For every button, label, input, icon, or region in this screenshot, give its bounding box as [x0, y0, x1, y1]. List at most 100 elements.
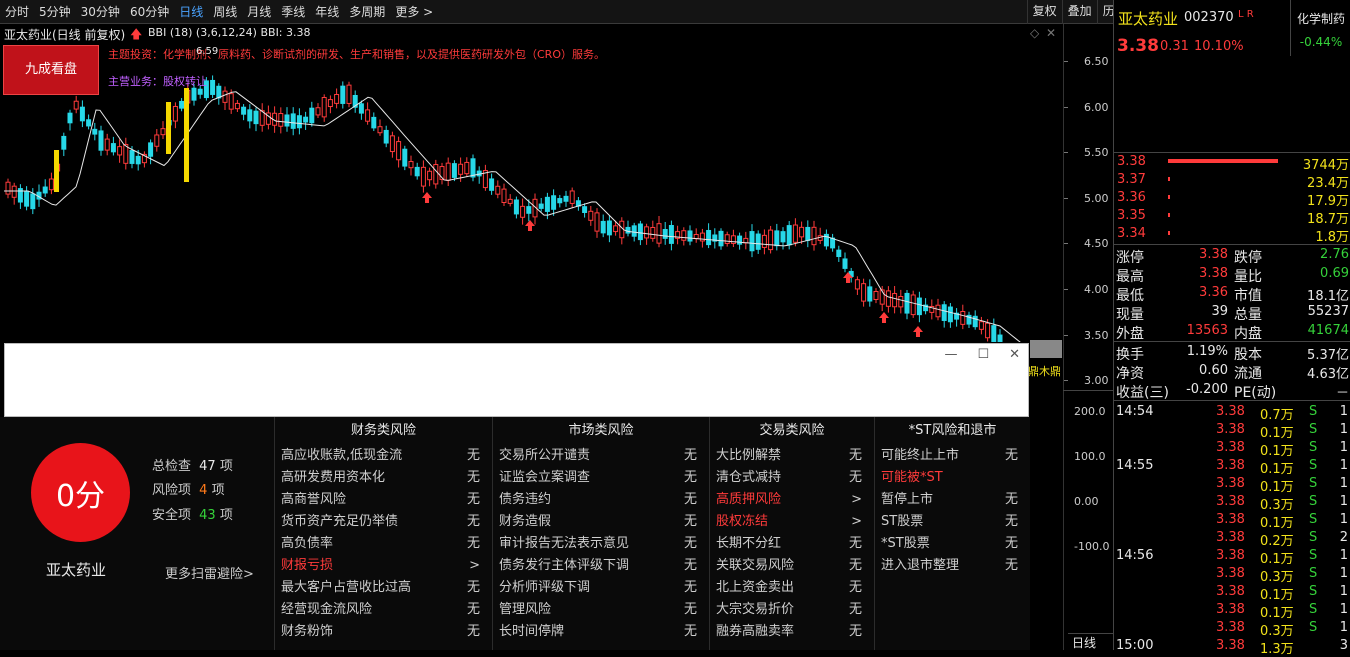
period-tab[interactable]: 季线 [276, 0, 310, 24]
period-tab[interactable]: 60分钟 [125, 0, 174, 24]
risk-item[interactable]: 长期不分红 无 [710, 533, 874, 555]
tick-price: 3.38 [1216, 404, 1245, 419]
close-icon[interactable]: ✕ [1009, 347, 1020, 362]
risk-item[interactable]: 财报亏损 > [275, 555, 492, 577]
close-icon[interactable]: ✕ [1046, 26, 1056, 40]
risk-item-value: 无 [683, 514, 697, 529]
period-tab[interactable]: 30分钟 [76, 0, 125, 24]
risk-item[interactable]: 长时间停牌 无 [493, 621, 709, 643]
stat-value: 4.63亿 [1307, 367, 1349, 382]
jiucheng-badge[interactable]: 九成看盘 [3, 45, 99, 95]
risk-item[interactable]: 财务造假 无 [493, 511, 709, 533]
risk-item[interactable]: 经营现金流风险 无 [275, 599, 492, 621]
risk-item[interactable]: 最大客户占营收比过高 无 [275, 577, 492, 599]
candle [823, 229, 829, 250]
diamond-icon[interactable]: ◇ [1030, 26, 1039, 40]
risk-item[interactable]: ST股票 无 [875, 511, 1030, 533]
period-tab[interactable]: 日线 [174, 0, 208, 24]
stat-value: 2.76 [1320, 247, 1349, 262]
candle [389, 131, 395, 158]
safe-item-label: 安全项 [152, 508, 192, 523]
bid-price: 3.34 [1117, 226, 1146, 241]
risk-item[interactable]: 高应收账款,低现金流 无 [275, 445, 492, 467]
more-scan-link[interactable]: 更多扫雷避险> [165, 563, 254, 582]
risk-item[interactable]: 北上资金卖出 无 [710, 577, 874, 599]
tick-count: 2 [1339, 530, 1348, 545]
risk-item[interactable]: 暂停上市 无 [875, 489, 1030, 511]
candle [321, 94, 327, 122]
risk-item[interactable]: 证监会立案调查 无 [493, 467, 709, 489]
tick-row: 3.38 0.2万 S 2 [1114, 529, 1350, 549]
candle [259, 103, 265, 132]
candle [507, 194, 513, 207]
blank-popup-window[interactable]: — ☐ ✕ [4, 343, 1029, 417]
stat-value: 1.19% [1186, 344, 1228, 359]
risk-scan-panel: 0分 亚太药业 总检查 47 项 风险项 4 项 安全项 43 项 更多扫雷避险… [0, 417, 1030, 650]
candle [687, 225, 693, 246]
risk-item[interactable]: 高质押风险 > [710, 489, 874, 511]
risk-item[interactable]: 清仓式减持 无 [710, 467, 874, 489]
stat-value: 3.38 [1199, 266, 1228, 281]
risk-item[interactable]: 高商誉风险 无 [275, 489, 492, 511]
tick-count: 1 [1339, 476, 1348, 491]
risk-item[interactable]: 大宗交易折价 无 [710, 599, 874, 621]
period-tab[interactable]: 月线 [242, 0, 276, 24]
stat-row: 涨停 3.38 跌停 2.76 [1114, 246, 1350, 266]
period-tab[interactable]: 更多 > [390, 0, 438, 24]
indicator-label[interactable]: BBI (18) (3,6,12,24) BBI: 3.38 [148, 26, 311, 39]
period-tab[interactable]: 5分钟 [34, 0, 76, 24]
risk-item[interactable]: 高负债率 无 [275, 533, 492, 555]
period-tab[interactable]: 分时 [0, 0, 34, 24]
candle [439, 162, 445, 185]
axis-tick [1064, 61, 1068, 62]
sector-box[interactable]: 化学制药 -0.44% [1290, 0, 1350, 56]
risk-item[interactable]: 融券高融卖率 无 [710, 621, 874, 643]
tick-time: 14:55 [1116, 458, 1154, 473]
tick-price: 3.38 [1216, 476, 1245, 491]
risk-item[interactable]: *ST股票 无 [875, 533, 1030, 555]
risk-item[interactable]: 审计报告无法表示意见 无 [493, 533, 709, 555]
tool-button[interactable]: 叠加 [1061, 0, 1097, 24]
risk-item[interactable]: 财务粉饰 无 [275, 621, 492, 643]
risk-item[interactable]: 股权冻结 > [710, 511, 874, 533]
tick-side: S [1309, 404, 1318, 419]
maximize-icon[interactable]: ☐ [977, 347, 989, 362]
risk-item[interactable]: 大比例解禁 无 [710, 445, 874, 467]
candle [210, 75, 216, 98]
candle [724, 231, 730, 247]
minimize-icon[interactable]: — [944, 347, 957, 362]
risk-item[interactable]: 管理风险 无 [493, 599, 709, 621]
risk-item[interactable]: 交易所公开谴责 无 [493, 445, 709, 467]
bid-row: 3.35 18.7万 [1114, 207, 1350, 227]
tick-row: 3.38 0.1万 S 1 [1114, 421, 1350, 441]
risk-item[interactable]: 可能被*ST [875, 467, 1030, 489]
period-tab[interactable]: 年线 [310, 0, 344, 24]
risk-item[interactable]: 分析师评级下调 无 [493, 577, 709, 599]
period-tab[interactable]: 多周期 [344, 0, 390, 24]
tab-daily[interactable]: 日线 [1068, 633, 1113, 651]
tick-side: S [1309, 440, 1318, 455]
period-tab[interactable]: 周线 [208, 0, 242, 24]
risk-column-title: 财务类风险 [350, 423, 416, 438]
price-change: 0.31 [1160, 39, 1189, 54]
risk-item[interactable]: 进入退市整理 无 [875, 555, 1030, 577]
tool-button[interactable]: 复权 [1026, 0, 1062, 24]
risk-item-value: > [851, 492, 862, 507]
risk-item[interactable]: 债务违约 无 [493, 489, 709, 511]
axis-tick [1064, 106, 1068, 108]
candle [575, 197, 581, 211]
candle [854, 276, 860, 295]
risk-item-value: 无 [848, 580, 862, 595]
stat-label: 换手 [1116, 347, 1144, 363]
risk-item[interactable]: 关联交易风险 无 [710, 555, 874, 577]
price-tick-label: 5.00 [1084, 191, 1109, 205]
risk-item[interactable]: 货币资产充足仍举债 无 [275, 511, 492, 533]
risk-item-value: 无 [1004, 558, 1018, 573]
candle [947, 303, 953, 328]
risk-item[interactable]: 高研发费用资本化 无 [275, 467, 492, 489]
risk-item-value: 无 [683, 448, 697, 463]
quote-panel: 亚太药业 002370 L R 化学制药 -0.44% 3.38 0.31 10… [1113, 0, 1350, 657]
stat-label: 收益(三) [1116, 385, 1169, 401]
risk-item[interactable]: 债务发行主体评级下调 无 [493, 555, 709, 577]
risk-item[interactable]: 可能终止上市 无 [875, 445, 1030, 467]
